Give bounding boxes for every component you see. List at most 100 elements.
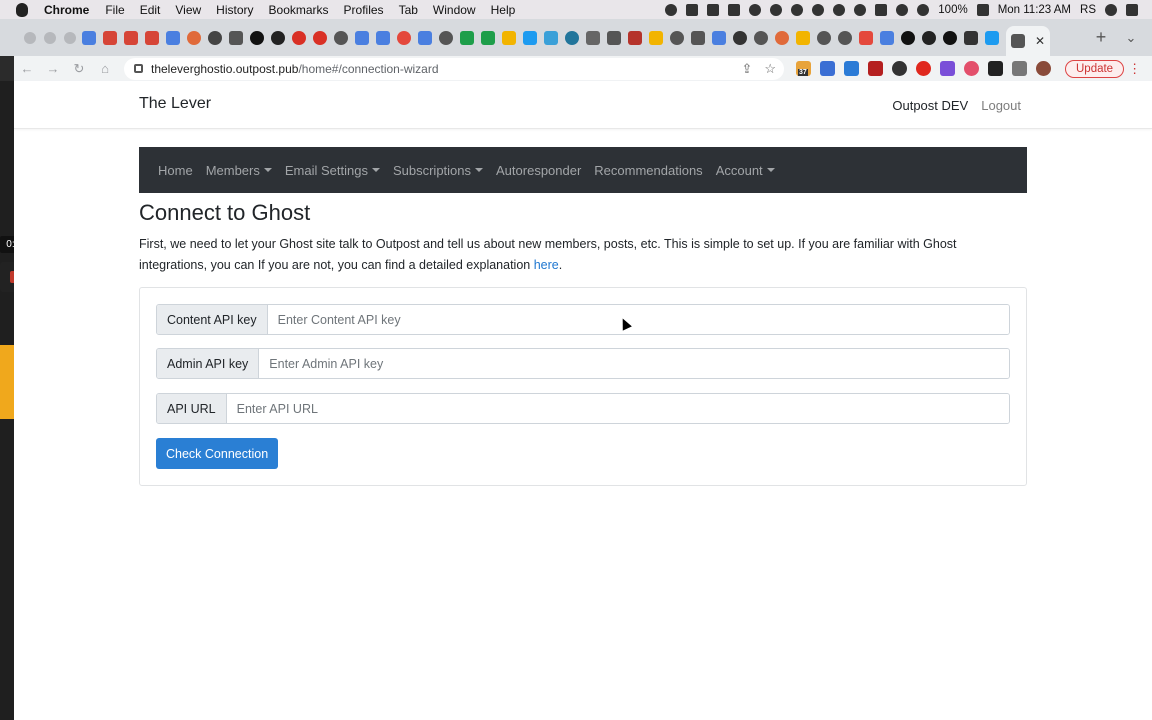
airplay-icon[interactable] (875, 3, 888, 16)
menu-history[interactable]: History (216, 3, 253, 17)
tab-favicon-icon[interactable] (775, 30, 789, 45)
tab-favicon-sheets-icon[interactable] (460, 30, 474, 45)
status-app-icon[interactable] (770, 3, 783, 16)
tab-favicon-github-icon[interactable] (922, 30, 936, 45)
tab-favicon-twitter-icon[interactable] (523, 30, 537, 45)
bluetooth-icon[interactable] (854, 3, 867, 16)
status-app-icon[interactable] (707, 3, 720, 16)
tab-favicon-icon[interactable] (271, 30, 285, 45)
tab-favicon-icon[interactable] (817, 30, 831, 45)
tab-favicon-sheets-icon[interactable] (481, 30, 495, 45)
menu-file[interactable]: File (105, 3, 124, 17)
nav-autoresponder[interactable]: Autoresponder (496, 163, 581, 178)
user-initials[interactable]: RS (1080, 4, 1096, 16)
tab-favicon-icon[interactable] (208, 30, 222, 45)
tab-favicon-icon[interactable] (187, 30, 201, 45)
status-app-icon[interactable] (812, 3, 825, 16)
status-app-icon[interactable] (728, 3, 741, 16)
tab-favicon-docs-icon[interactable] (166, 30, 180, 45)
nav-account-dropdown[interactable]: Account (716, 163, 775, 178)
tab-favicon-icon[interactable] (964, 30, 978, 45)
clock[interactable]: Mon 11:23 AM (998, 4, 1071, 16)
tab-favicon-twitter-icon[interactable] (985, 30, 999, 45)
content-api-key-input[interactable] (267, 305, 1009, 334)
reload-button[interactable]: ↻ (66, 61, 92, 77)
tab-favicon-docs-icon[interactable] (712, 30, 726, 45)
nav-subscriptions-dropdown[interactable]: Subscriptions (393, 163, 484, 178)
tab-favicon-icon[interactable] (439, 30, 453, 45)
tab-favicon-icon[interactable] (607, 30, 621, 45)
status-app-icon[interactable] (833, 3, 846, 16)
check-connection-button[interactable]: Check Connection (156, 438, 279, 469)
tab-favicon-drive-icon[interactable] (649, 30, 663, 45)
api-url-input[interactable] (226, 394, 1009, 423)
logout-link[interactable]: Logout (981, 98, 1021, 113)
volume-icon[interactable] (917, 3, 930, 16)
admin-api-key-input[interactable] (259, 349, 1009, 378)
extensions-puzzle-icon[interactable] (1012, 61, 1027, 76)
tab-favicon-icon[interactable] (733, 30, 747, 45)
tab-favicon-icon[interactable] (901, 30, 915, 45)
tab-favicon-icon[interactable] (586, 30, 600, 45)
battery-icon[interactable] (976, 3, 989, 16)
menu-view[interactable]: View (175, 3, 201, 17)
tab-favicon-drive-icon[interactable] (502, 30, 516, 45)
tab-favicon-icon[interactable] (754, 30, 768, 45)
tab-favicon-gmail-icon[interactable] (124, 30, 138, 45)
tab-favicon-icon[interactable] (796, 30, 810, 45)
tab-favicon-icon[interactable] (691, 30, 705, 45)
close-window-button[interactable] (24, 31, 36, 44)
tab-favicon-gmail-icon[interactable] (145, 30, 159, 45)
home-button[interactable]: ⌂ (92, 61, 118, 76)
extension-icon[interactable] (844, 61, 859, 76)
close-tab-icon[interactable]: ✕ (1035, 34, 1045, 48)
extension-icon[interactable] (964, 61, 979, 76)
minimize-window-button[interactable] (44, 31, 56, 44)
extension-icon[interactable] (988, 61, 1003, 76)
tab-favicon-docs-icon[interactable] (376, 30, 390, 45)
tab-favicon-icon[interactable] (313, 30, 327, 45)
tab-favicon-icon[interactable] (250, 30, 264, 45)
tab-favicon-icon[interactable] (670, 30, 684, 45)
chrome-update-button[interactable]: Update (1065, 59, 1125, 78)
tab-favicon-icon[interactable] (229, 30, 243, 45)
tab-favicon-icon[interactable] (628, 30, 642, 45)
tab-search-chevron-down-icon[interactable]: ⌄ (1116, 30, 1146, 46)
lock-icon[interactable] (134, 64, 143, 73)
nav-home[interactable]: Home (158, 163, 193, 178)
org-name-link[interactable]: Outpost DEV (892, 98, 968, 113)
menu-bookmarks[interactable]: Bookmarks (269, 3, 329, 17)
tab-favicon-docs-icon[interactable] (355, 30, 369, 45)
menu-app-name[interactable]: Chrome (44, 3, 89, 17)
tab-favicon-icon[interactable] (397, 30, 411, 45)
tab-favicon-docs-icon[interactable] (880, 30, 894, 45)
extension-icon[interactable] (868, 61, 883, 76)
status-app-icon[interactable] (749, 3, 762, 16)
spotlight-search-icon[interactable] (1105, 3, 1117, 16)
extension-icon[interactable]: 37 (796, 61, 811, 76)
share-icon[interactable]: ⇪ (741, 61, 752, 77)
tab-favicon-docs-icon[interactable] (82, 30, 96, 45)
tab-favicon-icon[interactable] (838, 30, 852, 45)
tab-favicon-docs-icon[interactable] (418, 30, 432, 45)
tab-favicon-icon[interactable] (292, 30, 306, 45)
menu-tab[interactable]: Tab (399, 3, 418, 17)
wifi-icon[interactable] (896, 3, 909, 16)
nav-email-settings-dropdown[interactable]: Email Settings (285, 163, 380, 178)
profile-avatar[interactable] (1036, 61, 1051, 76)
nav-recommendations[interactable]: Recommendations (594, 163, 702, 178)
status-app-icon[interactable] (686, 3, 699, 16)
bookmark-star-icon[interactable]: ☆ (764, 61, 776, 77)
tab-favicon-wordpress-icon[interactable] (565, 30, 579, 45)
menu-window[interactable]: Window (433, 3, 476, 17)
extension-icon[interactable] (916, 61, 931, 76)
extension-icon[interactable] (892, 61, 907, 76)
status-app-icon[interactable] (665, 3, 678, 16)
menu-help[interactable]: Help (491, 3, 516, 17)
extension-icon[interactable] (940, 61, 955, 76)
new-tab-button[interactable]: + (1086, 27, 1116, 48)
tab-favicon-icon[interactable] (859, 30, 873, 45)
extension-icon[interactable] (820, 61, 835, 76)
menu-profiles[interactable]: Profiles (344, 3, 384, 17)
active-tab[interactable]: ✕ (1006, 26, 1050, 56)
